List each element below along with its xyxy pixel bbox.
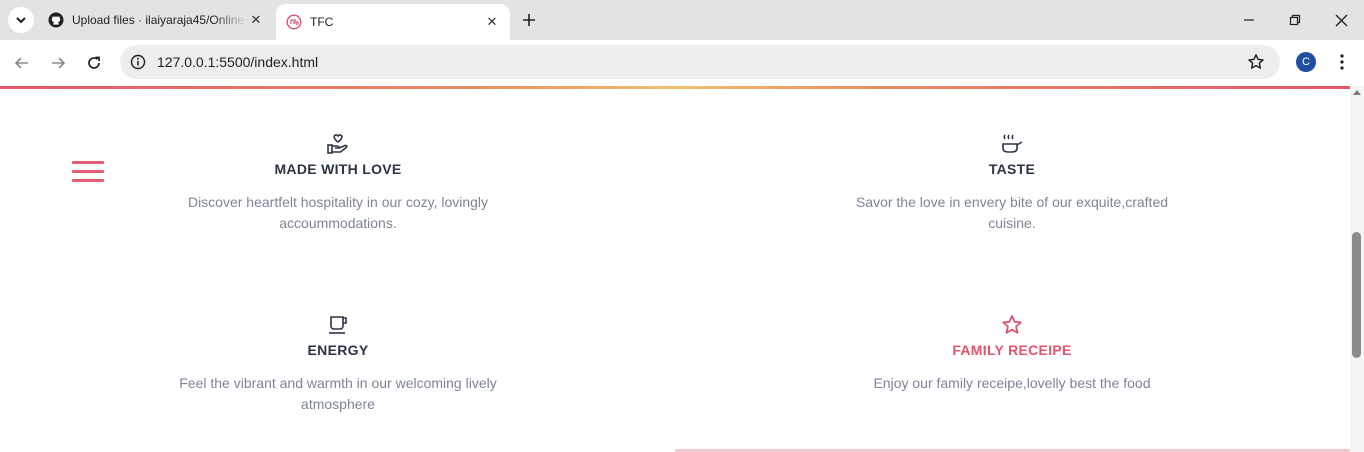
browser-menu-button[interactable] [1332, 52, 1352, 72]
feature-energy: ENERGY Feel the vibrant and warmth in ou… [178, 310, 498, 415]
minimize-button[interactable] [1237, 8, 1261, 32]
new-tab-button[interactable] [518, 9, 540, 31]
feature-description: Discover heartfelt hospitality in our co… [187, 194, 489, 231]
tab-title: Upload files · ilaiyaraja45/Online [72, 13, 245, 27]
tfc-logo-icon [286, 14, 302, 30]
forward-button[interactable] [46, 51, 70, 75]
site-info-icon[interactable] [128, 52, 148, 72]
scrollbar-thumb[interactable] [1352, 232, 1361, 358]
hamburger-menu-icon[interactable] [72, 161, 104, 183]
profile-avatar[interactable]: C [1296, 52, 1316, 72]
bookmark-star-icon[interactable] [1246, 52, 1266, 72]
close-tab-icon[interactable]: ✕ [484, 14, 500, 30]
browser-toolbar: 127.0.0.1:5500/index.html C [0, 40, 1364, 86]
star-icon [1002, 315, 1022, 334]
scroll-up-arrow-icon[interactable] [1353, 90, 1361, 95]
feature-description: Enjoy our family receipe,lovelly best th… [873, 375, 1151, 391]
tab-upload-files[interactable]: Upload files · ilaiyaraja45/Online ✕ [40, 4, 274, 36]
feature-title: MADE WITH LOVE [274, 161, 402, 177]
cooking-pot-icon [1002, 134, 1023, 153]
minimize-icon [1244, 19, 1254, 21]
restore-icon [1289, 14, 1301, 26]
close-icon [1335, 14, 1347, 26]
feature-family-receipe: FAMILY RECEIPE Enjoy our family receipe,… [852, 310, 1172, 394]
tab-search-button[interactable] [8, 7, 34, 33]
feature-description: Savor the love in envery bite of our exq… [855, 194, 1169, 231]
feature-made-with-love: MADE WITH LOVE Discover heartfelt hospit… [178, 129, 498, 234]
github-icon [48, 12, 64, 28]
more-vert-icon [1340, 54, 1344, 70]
close-window-button[interactable] [1329, 8, 1353, 32]
back-button[interactable] [10, 51, 34, 75]
arrow-left-icon [14, 57, 28, 69]
feature-title: FAMILY RECEIPE [952, 342, 1072, 358]
coffee-cup-icon [329, 316, 347, 334]
tab-tfc[interactable]: TFC ✕ [276, 4, 510, 40]
tab-strip: Upload files · ilaiyaraja45/Online ✕ TFC… [0, 0, 1364, 40]
feature-taste: TASTE Savor the love in envery bite of o… [852, 129, 1172, 234]
feature-title: ENERGY [307, 342, 369, 358]
hand-heart-icon [327, 134, 348, 154]
feature-title: TASTE [988, 161, 1036, 177]
tab-title: TFC [310, 15, 334, 29]
close-tab-icon[interactable]: ✕ [248, 12, 264, 28]
page-scrollbar[interactable] [1350, 86, 1364, 452]
plus-icon [523, 14, 535, 26]
page-content: MADE WITH LOVE Discover heartfelt hospit… [0, 89, 1350, 452]
arrow-right-icon [52, 57, 66, 69]
restore-button[interactable] [1283, 8, 1307, 32]
url-text[interactable]: 127.0.0.1:5500/index.html [157, 54, 318, 70]
reload-icon [88, 56, 100, 69]
reload-button[interactable] [82, 51, 106, 75]
feature-description: Feel the vibrant and warmth in our welco… [179, 375, 497, 412]
chevron-down-icon [16, 17, 26, 24]
address-bar[interactable]: 127.0.0.1:5500/index.html [120, 45, 1280, 79]
